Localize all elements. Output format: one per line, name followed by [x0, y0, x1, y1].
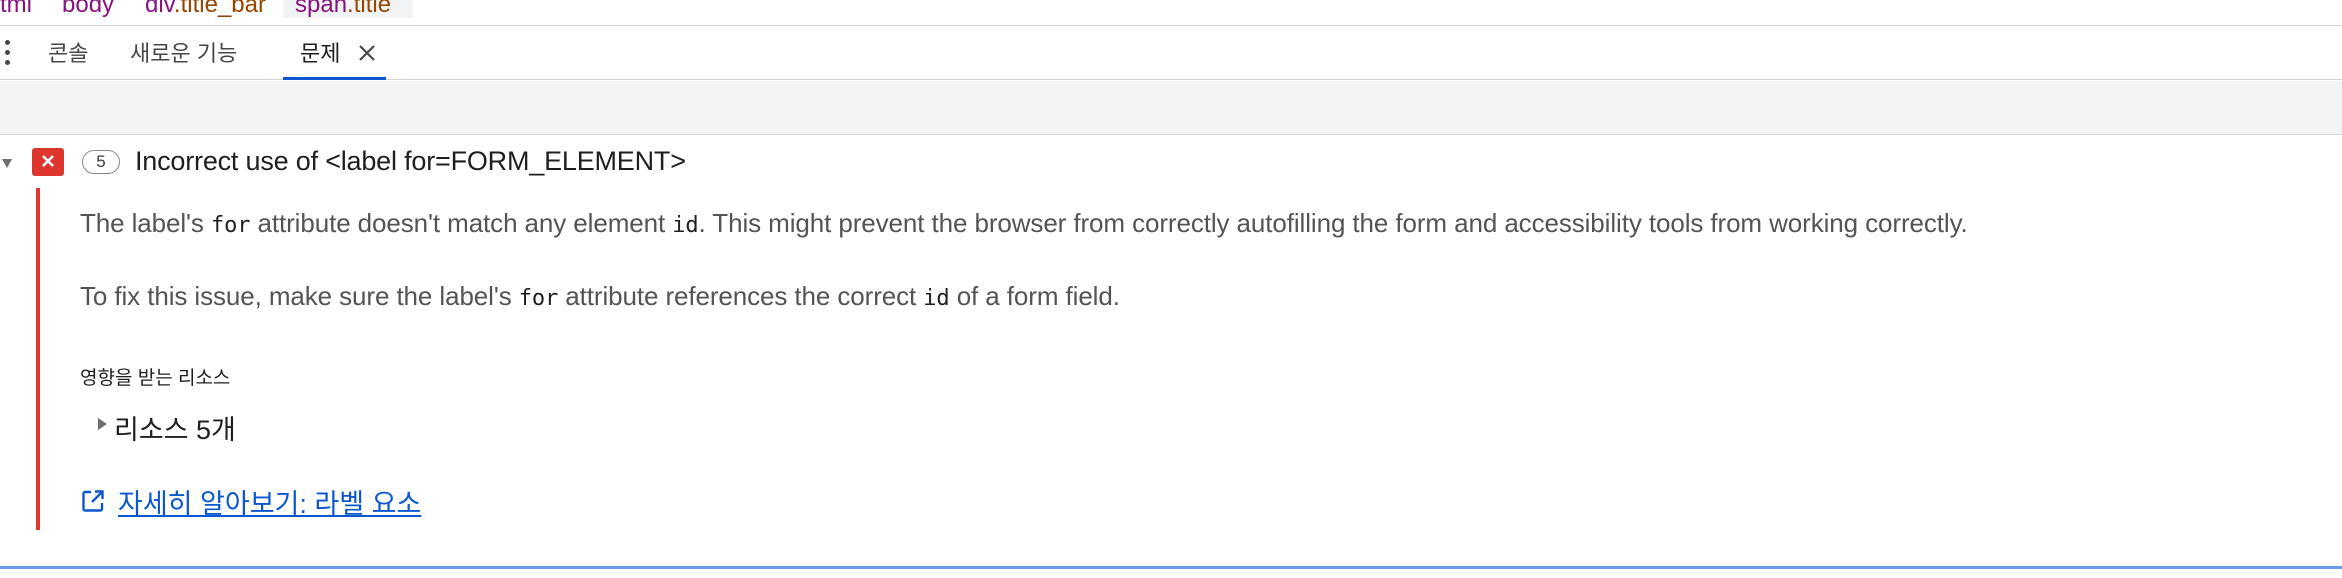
crumb-tag: tml [0, 0, 32, 18]
issues-toolbar [0, 81, 2342, 135]
resources-count-label: 리소스 5개 [114, 415, 236, 445]
selected-tab-indicator [283, 77, 386, 80]
code-id: id [672, 213, 699, 238]
text: . This might prevent the browser from co… [698, 208, 1968, 238]
issue-header[interactable]: 5 Incorrect use of <label for=FORM_ELEME… [0, 140, 2342, 184]
text: The label's [80, 208, 211, 238]
tab-label: 콘솔 [48, 41, 89, 66]
breadcrumb-item-html[interactable]: tml [0, 0, 44, 18]
error-badge-icon [32, 148, 64, 176]
focus-border [0, 566, 2342, 569]
close-icon[interactable] [355, 41, 379, 65]
crumb-tag: span [295, 0, 348, 18]
crumb-class: .title [347, 0, 392, 18]
triangle-right-icon [98, 418, 107, 430]
text: attribute doesn't match any element [250, 208, 673, 238]
text: To fix this issue, make sure the label's [80, 281, 519, 311]
crumb-tag: div [145, 0, 174, 18]
external-link-icon [82, 490, 104, 512]
tab-console[interactable]: 콘솔 [48, 27, 88, 80]
tab-issues[interactable]: 문제 [283, 27, 386, 80]
elements-breadcrumb: tml body div.title_bar span.title [0, 0, 2342, 26]
kebab-menu-icon[interactable] [3, 40, 11, 68]
tab-label: 새로운 기능 [130, 41, 238, 66]
code-id: id [923, 286, 950, 311]
crumb-tag: body [62, 0, 115, 18]
breadcrumb-item-body[interactable]: body [50, 0, 126, 18]
code-for: for [518, 286, 559, 311]
triangle-down-icon[interactable] [1, 157, 13, 169]
text: attribute references the correct [558, 281, 924, 311]
issue-fix-hint: To fix this issue, make sure the label's… [80, 281, 1120, 312]
tab-label: 문제 [300, 41, 341, 66]
crumb-class: .title_bar [173, 0, 266, 18]
learn-more-text[interactable]: 자세히 알아보기: 라벨 요소 [118, 482, 421, 521]
code-for: for [210, 213, 251, 238]
breadcrumb-item-span[interactable]: span.title [283, 0, 414, 18]
drawer-tabbar: 콘솔 새로운 기능 문제 [0, 27, 2342, 80]
issue-title: Incorrect use of <label for=FORM_ELEMENT… [135, 146, 686, 176]
issue-description: The label's for attribute doesn't match … [80, 208, 1968, 239]
issue-details: The label's for attribute doesn't match … [36, 188, 2342, 530]
breadcrumb-item-div[interactable]: div.title_bar [133, 0, 278, 18]
text: of a form field. [949, 281, 1120, 311]
issue-count-badge: 5 [82, 150, 120, 174]
affected-resources-heading: 영향을 받는 리소스 [80, 368, 231, 389]
tab-whats-new[interactable]: 새로운 기능 [130, 27, 237, 80]
